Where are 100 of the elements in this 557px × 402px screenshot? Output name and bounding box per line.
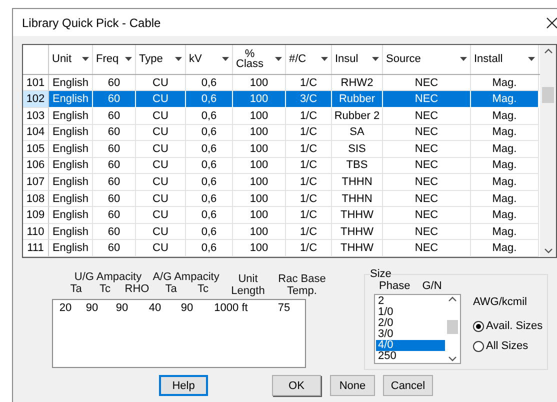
table-cell[interactable]: 0,6 xyxy=(186,74,233,92)
table-cell[interactable]: English xyxy=(49,190,93,208)
column-header[interactable]: #/C xyxy=(286,45,332,74)
table-cell[interactable]: THHW xyxy=(332,224,383,240)
list-item[interactable]: 1/0 xyxy=(376,307,445,318)
table-cell[interactable]: 1/C xyxy=(286,190,332,208)
row-number[interactable]: 107 xyxy=(23,174,49,191)
table-cell[interactable]: 60 xyxy=(93,224,136,240)
row-number[interactable]: 105 xyxy=(23,141,49,158)
table-cell[interactable]: English xyxy=(49,141,93,158)
table-cell[interactable]: Mag. xyxy=(471,124,539,142)
column-header[interactable]: Freq xyxy=(93,45,136,74)
dialog-button[interactable]: Help xyxy=(159,375,208,396)
column-header[interactable]: Insul xyxy=(332,45,383,74)
row-number[interactable]: 106 xyxy=(23,158,49,174)
table-cell[interactable]: 100 xyxy=(233,124,286,142)
table-cell[interactable]: SIS xyxy=(332,141,383,158)
table-cell[interactable]: 100 xyxy=(233,190,286,208)
table-cell[interactable]: 100 xyxy=(233,207,286,224)
table-cell[interactable]: NEC xyxy=(383,174,471,191)
table-cell[interactable]: CU xyxy=(136,190,186,208)
column-header[interactable]: Source xyxy=(383,45,471,74)
scrollbar[interactable] xyxy=(540,45,556,257)
table-cell[interactable]: Mag. xyxy=(471,240,539,257)
table-cell[interactable]: 0,6 xyxy=(186,240,233,257)
table-cell[interactable]: 100 xyxy=(233,174,286,191)
dropdown-caret-icon[interactable] xyxy=(275,57,282,62)
table-cell[interactable]: NEC xyxy=(383,141,471,158)
table-cell[interactable]: Mag. xyxy=(471,91,539,108)
size-list[interactable]: 2 1/0 2/0 3/0 4/0 250 xyxy=(374,294,461,364)
table-cell[interactable]: NEC xyxy=(383,74,471,92)
dropdown-caret-icon[interactable] xyxy=(125,57,132,62)
table-cell[interactable]: English xyxy=(49,240,93,257)
table-cell[interactable]: 100 xyxy=(233,224,286,240)
row-number[interactable]: 111 xyxy=(23,240,49,257)
list-item[interactable]: 4/0 xyxy=(376,340,445,351)
table-cell[interactable]: 1/C xyxy=(286,158,332,174)
table-cell[interactable]: 0,6 xyxy=(186,108,233,125)
table-cell[interactable]: Mag. xyxy=(471,174,539,191)
radio-button[interactable] xyxy=(473,340,484,352)
column-header[interactable]: Unit xyxy=(49,45,93,74)
table-cell[interactable]: CU xyxy=(136,124,186,142)
dropdown-caret-icon[interactable] xyxy=(321,57,328,62)
close-icon[interactable] xyxy=(546,16,557,28)
column-header[interactable]: % Class xyxy=(233,45,286,74)
table-cell[interactable]: English xyxy=(49,91,93,108)
table-cell[interactable]: Rubber 2 xyxy=(332,108,383,125)
table-cell[interactable]: THHN xyxy=(332,174,383,191)
table-cell[interactable]: 0,6 xyxy=(186,124,233,142)
row-number[interactable]: 102 xyxy=(23,91,49,108)
table-cell[interactable]: 0,6 xyxy=(186,158,233,174)
table-cell[interactable]: 60 xyxy=(93,190,136,208)
table-cell[interactable]: 0,6 xyxy=(186,207,233,224)
table-cell[interactable]: 60 xyxy=(93,158,136,174)
table-cell[interactable]: 1/C xyxy=(286,224,332,240)
table-cell[interactable]: 100 xyxy=(233,91,286,108)
row-number[interactable]: 110 xyxy=(23,224,49,240)
dialog-button[interactable]: OK xyxy=(272,375,321,396)
table-cell[interactable]: English xyxy=(49,74,93,92)
table-cell[interactable]: NEC xyxy=(383,240,471,257)
table-cell[interactable]: 60 xyxy=(93,74,136,92)
table-cell[interactable]: 60 xyxy=(93,207,136,224)
table-cell[interactable]: Mag. xyxy=(471,207,539,224)
table-cell[interactable]: Mag. xyxy=(471,190,539,208)
table-cell[interactable]: Mag. xyxy=(471,158,539,174)
table-cell[interactable]: 0,6 xyxy=(186,91,233,108)
table-cell[interactable]: 100 xyxy=(233,141,286,158)
table-cell[interactable]: 1/C xyxy=(286,174,332,191)
radio-label[interactable]: All Sizes xyxy=(486,340,528,352)
list-item[interactable]: 2 xyxy=(376,296,445,307)
column-header[interactable]: Install xyxy=(471,45,539,74)
row-number[interactable]: 109 xyxy=(23,207,49,224)
table-cell[interactable]: RHW2 xyxy=(332,74,383,92)
table-cell[interactable]: 1/C xyxy=(286,74,332,92)
dialog-button[interactable]: Cancel xyxy=(383,375,433,396)
dialog-button[interactable]: None xyxy=(330,375,375,396)
table-cell[interactable]: 3/C xyxy=(286,91,332,108)
table-cell[interactable]: 60 xyxy=(93,91,136,108)
dropdown-caret-icon[interactable] xyxy=(175,57,182,62)
row-number[interactable]: 104 xyxy=(23,124,49,142)
table-cell[interactable]: CU xyxy=(136,158,186,174)
table-cell[interactable]: Mag. xyxy=(471,74,539,92)
table-cell[interactable]: English xyxy=(49,108,93,125)
table-cell[interactable]: CU xyxy=(136,108,186,125)
table-cell[interactable]: 100 xyxy=(233,74,286,92)
column-header[interactable]: kV xyxy=(186,45,233,74)
table-cell[interactable]: 1/C xyxy=(286,124,332,142)
scrollbar-thumb[interactable] xyxy=(542,87,554,103)
list-item[interactable]: 250 xyxy=(376,351,445,362)
table-cell[interactable]: 1/C xyxy=(286,108,332,125)
table-cell[interactable]: TBS xyxy=(332,158,383,174)
scroll-up-icon[interactable] xyxy=(448,296,456,302)
table-cell[interactable]: NEC xyxy=(383,91,471,108)
table-cell[interactable]: 60 xyxy=(93,108,136,125)
radio-label[interactable]: Avail. Sizes xyxy=(486,320,543,332)
table-cell[interactable]: THHW xyxy=(332,207,383,224)
table-cell[interactable]: NEC xyxy=(383,124,471,142)
table-cell[interactable]: 60 xyxy=(93,141,136,158)
table-cell[interactable]: NEC xyxy=(383,158,471,174)
table-cell[interactable]: CU xyxy=(136,240,186,257)
